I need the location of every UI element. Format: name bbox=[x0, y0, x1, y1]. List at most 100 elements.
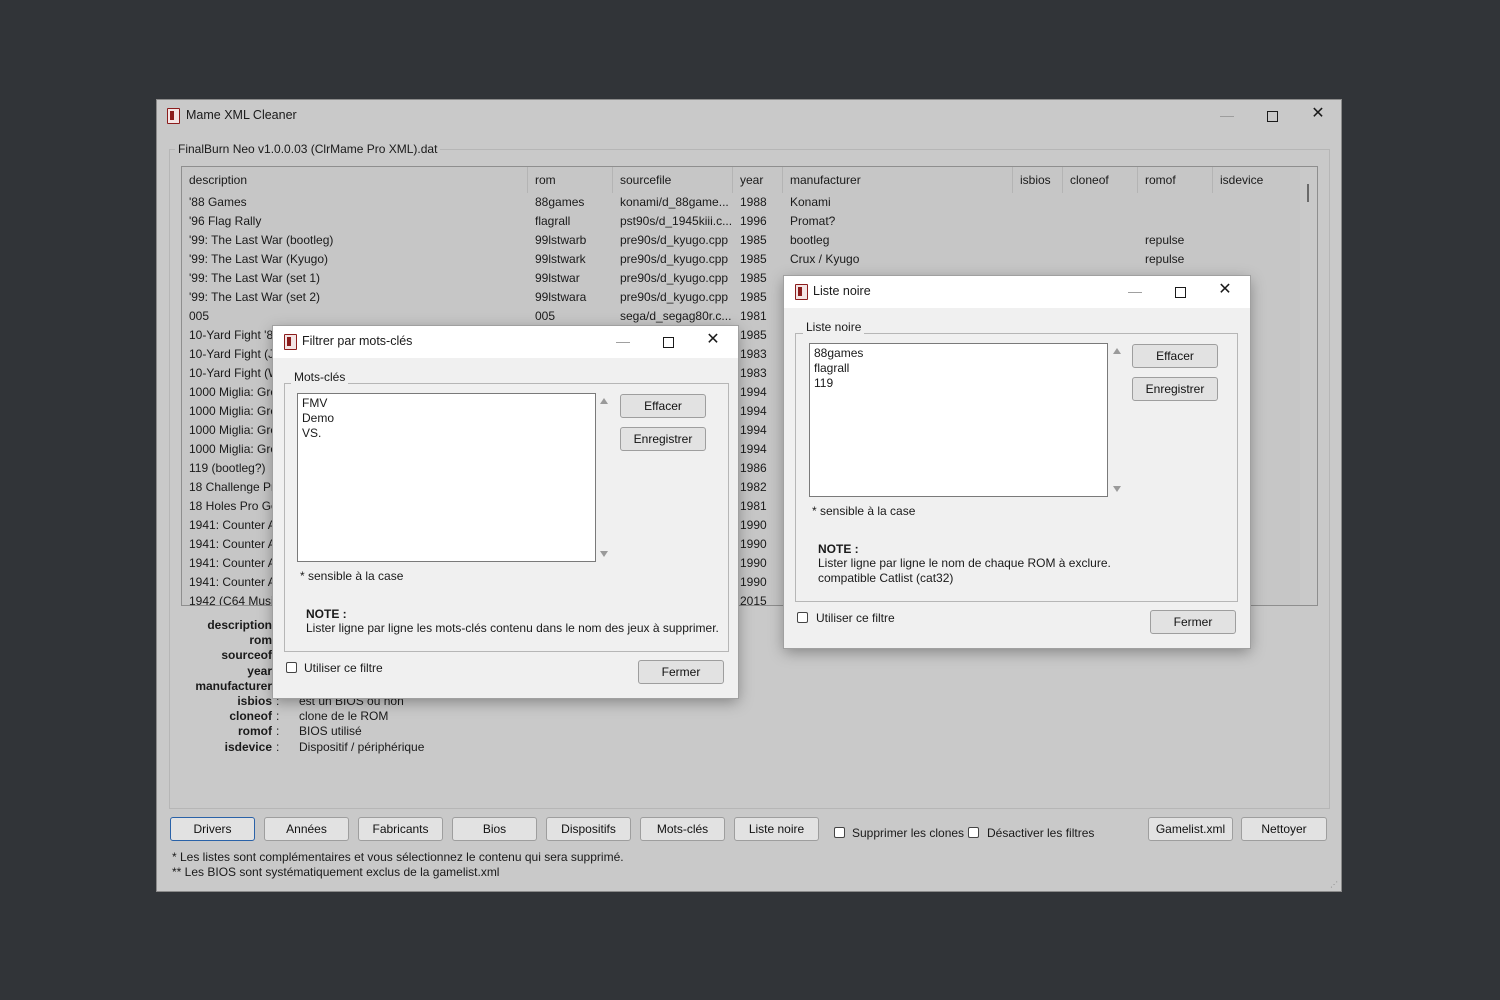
minimize-icon[interactable]: — bbox=[613, 331, 633, 351]
drivers-button[interactable]: Drivers bbox=[170, 817, 255, 841]
keywords-case-note: * sensible à la case bbox=[300, 569, 404, 583]
table-cell: '99: The Last War (bootleg) bbox=[189, 233, 334, 247]
nettoyer-button[interactable]: Nettoyer bbox=[1241, 817, 1327, 841]
legend-separator: : bbox=[276, 709, 280, 724]
col-description[interactable]: description bbox=[182, 167, 528, 193]
legend-key: rom bbox=[249, 633, 272, 648]
file-group-label: FinalBurn Neo v1.0.0.03 (ClrMame Pro XML… bbox=[175, 142, 441, 156]
table-row[interactable]: '99: The Last War (bootleg) 99lstwarb pre9… bbox=[182, 231, 1298, 250]
legend-key: cloneof bbox=[229, 709, 272, 724]
blacklist-line: flagrall bbox=[814, 361, 850, 375]
window-title: Mame XML Cleaner bbox=[186, 108, 297, 122]
blacklist-group-label: Liste noire bbox=[803, 320, 865, 334]
blacklist-close-button[interactable]: Fermer bbox=[1150, 610, 1236, 634]
table-cell: 1985 bbox=[740, 290, 767, 304]
blacklist-dialog-titlebar[interactable]: Liste noire — ✕ bbox=[784, 276, 1250, 308]
keywords-dialog-title: Filtrer par mots-clés bbox=[302, 334, 413, 348]
supprimer-clones-checkbox[interactable] bbox=[834, 827, 845, 838]
col-romof[interactable]: romof bbox=[1138, 167, 1213, 193]
gamelist-button[interactable]: Gamelist.xml bbox=[1148, 817, 1233, 841]
keywords-note-title: NOTE : bbox=[306, 607, 347, 621]
col-cloneof[interactable]: cloneof bbox=[1063, 167, 1138, 193]
scrollbar-thumb[interactable] bbox=[1307, 184, 1309, 202]
table-cell: '99: The Last War (set 2) bbox=[189, 290, 321, 304]
table-row[interactable]: '88 Games 88games konami/d_88game... 1988 Ko… bbox=[182, 193, 1298, 212]
legend-key: isdevice bbox=[224, 739, 272, 754]
scroll-down-icon[interactable] bbox=[600, 551, 608, 557]
table-row[interactable]: '96 Flag Rally flagrall pst90s/d_1945kiii.… bbox=[182, 212, 1298, 231]
footnote-2: ** Les BIOS sont systématiquement exclus… bbox=[172, 865, 500, 879]
table-cell: 1990 bbox=[740, 537, 767, 551]
col-sourcefile[interactable]: sourcefile bbox=[613, 167, 733, 193]
keywords-dialog-titlebar[interactable]: Filtrer par mots-clés — ✕ bbox=[273, 326, 738, 358]
table-cell: 005 bbox=[189, 309, 210, 323]
keywords-use-filter-checkbox[interactable] bbox=[286, 662, 297, 673]
legend-key: isbios bbox=[237, 694, 272, 708]
main-titlebar[interactable]: Mame XML Cleaner — ✕ bbox=[157, 100, 1341, 132]
table-cell: 1994 bbox=[740, 385, 767, 399]
table-cell: flagrall bbox=[535, 214, 571, 228]
blacklist-case-note: * sensible à la case bbox=[812, 504, 916, 518]
blacklist-use-filter-label[interactable]: Utiliser ce filtre bbox=[816, 611, 895, 625]
col-rom[interactable]: rom bbox=[528, 167, 613, 193]
keywords-save-button[interactable]: Enregistrer bbox=[620, 427, 706, 451]
table-cell: 1990 bbox=[740, 518, 767, 532]
blacklist-save-button[interactable]: Enregistrer bbox=[1132, 377, 1218, 401]
resize-grip-icon[interactable]: ⋰ bbox=[1330, 880, 1338, 889]
dispositifs-button[interactable]: Dispositifs bbox=[546, 817, 631, 841]
maximize-icon[interactable] bbox=[1262, 105, 1282, 125]
supprimer-clones-label[interactable]: Supprimer les clones bbox=[852, 826, 964, 840]
close-icon[interactable]: ✕ bbox=[703, 330, 723, 350]
table-cell: 005 bbox=[535, 309, 556, 323]
legend-separator: : bbox=[276, 739, 280, 754]
table-row[interactable]: '99: The Last War (Kyugo) 99lstwark pre90s… bbox=[182, 250, 1298, 269]
mots-cles-button[interactable]: Mots-clés bbox=[640, 817, 725, 841]
keywords-dialog: Filtrer par mots-clés — ✕ Mots-clés FMV … bbox=[273, 326, 738, 698]
scroll-down-icon[interactable] bbox=[1113, 486, 1121, 492]
col-isbios[interactable]: isbios bbox=[1013, 167, 1063, 193]
minimize-icon[interactable]: — bbox=[1217, 105, 1237, 125]
keywords-clear-button[interactable]: Effacer bbox=[620, 394, 706, 418]
table-cell: 1985 bbox=[740, 271, 767, 285]
desactiver-filtres-checkbox[interactable] bbox=[968, 827, 979, 838]
table-cell: 1985 bbox=[740, 328, 767, 342]
table-cell: sega/d_segag80r.c... bbox=[620, 309, 732, 323]
bios-button[interactable]: Bios bbox=[452, 817, 537, 841]
keywords-textarea[interactable]: FMV Demo VS. bbox=[297, 393, 596, 562]
table-cell: 1986 bbox=[740, 461, 767, 475]
blacklist-line: 119 bbox=[814, 376, 834, 390]
maximize-icon[interactable] bbox=[658, 331, 678, 351]
blacklist-use-filter-checkbox[interactable] bbox=[797, 612, 808, 623]
table-cell: '99: The Last War (Kyugo) bbox=[189, 252, 329, 266]
close-icon[interactable]: ✕ bbox=[1308, 104, 1328, 124]
blacklist-textarea[interactable]: 88games flagrall 119 bbox=[809, 343, 1108, 497]
legend-value: Dispositif / périphérique bbox=[299, 739, 425, 754]
fabricants-button[interactable]: Fabricants bbox=[358, 817, 443, 841]
close-icon[interactable]: ✕ bbox=[1215, 280, 1235, 300]
blacklist-dialog-title: Liste noire bbox=[813, 284, 871, 298]
keywords-close-button[interactable]: Fermer bbox=[638, 660, 724, 684]
desactiver-filtres-label[interactable]: Désactiver les filtres bbox=[987, 826, 1094, 840]
maximize-icon[interactable] bbox=[1170, 281, 1190, 301]
vertical-scrollbar[interactable] bbox=[1300, 167, 1317, 605]
table-cell bbox=[1063, 231, 1138, 250]
annees-button[interactable]: Années bbox=[264, 817, 349, 841]
table-cell bbox=[1138, 193, 1213, 212]
keywords-use-filter-label[interactable]: Utiliser ce filtre bbox=[304, 661, 383, 675]
col-manufacturer[interactable]: manufacturer bbox=[783, 167, 1013, 193]
table-cell: '96 Flag Rally bbox=[189, 214, 262, 228]
minimize-icon[interactable]: — bbox=[1125, 281, 1145, 301]
col-isdevice[interactable]: isdevice bbox=[1213, 167, 1288, 193]
table-cell: 1988 bbox=[740, 195, 767, 209]
scroll-up-icon[interactable] bbox=[600, 398, 608, 404]
table-cell: 1985 bbox=[740, 233, 767, 247]
col-year[interactable]: year bbox=[733, 167, 783, 193]
keywords-group-label: Mots-clés bbox=[291, 370, 349, 384]
app-icon bbox=[284, 334, 297, 350]
legend-key: description bbox=[207, 618, 272, 632]
liste-noire-button[interactable]: Liste noire bbox=[734, 817, 819, 841]
blacklist-line: 88games bbox=[814, 346, 864, 360]
blacklist-clear-button[interactable]: Effacer bbox=[1132, 344, 1218, 368]
scroll-up-icon[interactable] bbox=[1113, 348, 1121, 354]
table-cell: bootleg bbox=[790, 233, 830, 247]
